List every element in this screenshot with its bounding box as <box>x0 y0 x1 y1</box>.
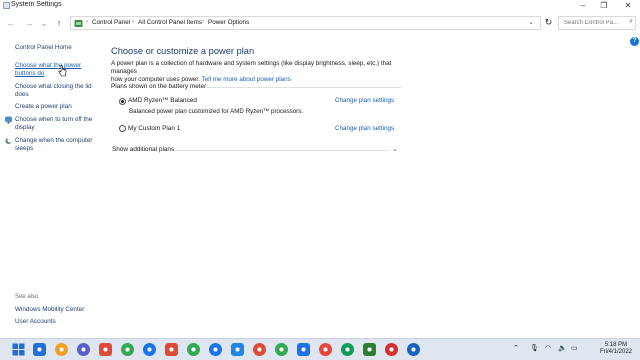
section-divider <box>175 150 388 151</box>
control-panel-app-icon <box>3 2 10 9</box>
user-accounts-link[interactable]: User Accounts <box>15 318 56 326</box>
windows-mobility-center-link[interactable]: Windows Mobility Center <box>15 306 84 314</box>
change-plan-settings-link[interactable]: Change plan settings <box>335 97 394 104</box>
sleep-moon-icon <box>5 137 12 144</box>
control-panel-home-link[interactable]: Control Panel Home <box>15 44 72 52</box>
taskbar-app-icon[interactable] <box>55 343 68 356</box>
breadcrumb-power-options[interactable]: Power Options <box>208 19 249 26</box>
expand-chevron-icon[interactable]: ⌄ <box>392 145 398 153</box>
taskbar-app-icon[interactable] <box>187 343 200 356</box>
taskbar-app-icon[interactable] <box>385 343 398 356</box>
control-panel-icon <box>74 20 83 27</box>
plan-radio-balanced[interactable] <box>119 98 126 105</box>
description-text: how your computer uses power. <box>111 76 200 83</box>
taskbar-app-icon[interactable] <box>33 343 46 356</box>
taskbar-app-icon[interactable] <box>319 343 332 356</box>
battery-icon[interactable]: ▭ <box>571 344 578 352</box>
hand-pointer-cursor-icon <box>58 65 67 77</box>
forward-arrow-icon[interactable]: → <box>23 17 35 29</box>
windows-start-icon[interactable] <box>12 343 25 356</box>
display-icon <box>5 116 12 124</box>
breadcrumb-separator: › <box>202 19 204 25</box>
breadcrumb-separator: › <box>132 19 134 25</box>
taskbar-app-icon[interactable] <box>121 343 134 356</box>
link-line: Choose what closing the lid <box>15 83 92 90</box>
breadcrumb-separator: › <box>86 19 88 25</box>
taskbar-app-icon[interactable] <box>253 343 266 356</box>
description-line: A power plan is a collection of hardware… <box>111 60 392 75</box>
close-button[interactable]: ✕ <box>622 1 634 11</box>
breadcrumb-control-panel[interactable]: Control Panel <box>92 19 130 26</box>
show-hidden-icons-chevron-icon[interactable]: ⌃ <box>513 344 519 352</box>
choose-lid-closing-link[interactable]: Choose what closing the lid does <box>15 83 92 99</box>
microphone-icon[interactable]: 🎙 <box>530 344 539 352</box>
tell-me-more-link[interactable]: Tell me more about power plans <box>202 76 291 83</box>
link-line: Choose when to turn off the <box>15 116 93 123</box>
plan-name[interactable]: AMD Ryzen™ Balanced <box>128 97 197 104</box>
section-heading: Plans shown on the battery meter <box>111 83 207 90</box>
page-title: Choose or customize a power plan <box>111 46 255 56</box>
address-bar[interactable]: › Control Panel › All Control Panel Item… <box>70 16 541 30</box>
up-arrow-icon[interactable]: ↑ <box>53 17 65 29</box>
taskbar-app-icon[interactable] <box>165 343 178 356</box>
link-line: Choose what the power <box>15 62 82 69</box>
maximize-button[interactable]: ❐ <box>598 1 610 11</box>
window-title: System Settings <box>11 1 62 8</box>
taskbar-app-icon[interactable] <box>231 343 244 356</box>
taskbar-clock[interactable]: 5:18 PM Fri/4/1/2022 <box>595 342 637 356</box>
taskbar-app-icon[interactable] <box>363 343 376 356</box>
create-power-plan-link[interactable]: Create a power plan <box>15 103 72 111</box>
volume-icon[interactable]: 🔈 <box>558 344 567 352</box>
clock-time: 5:18 PM <box>604 342 628 348</box>
address-dropdown-chevron-icon[interactable]: ⌄ <box>528 18 534 26</box>
link-line: Create a power plan <box>15 103 72 110</box>
taskbar-app-icon[interactable] <box>275 343 288 356</box>
link-line: sleeps <box>15 145 34 152</box>
search-icon[interactable]: ⌕ <box>629 18 633 26</box>
link-line: display <box>15 124 35 131</box>
taskbar-app-icon[interactable] <box>341 343 354 356</box>
page-description: A power plan is a collection of hardware… <box>111 60 411 84</box>
wifi-icon[interactable]: ◠ <box>545 344 551 352</box>
breadcrumb-all-items[interactable]: All Control Panel Items <box>138 19 202 26</box>
taskbar-app-icon[interactable] <box>99 343 112 356</box>
back-arrow-icon[interactable]: ← <box>5 17 17 29</box>
choose-power-buttons-link[interactable]: Choose what the power buttons do <box>15 62 81 78</box>
recent-locations-chevron-icon[interactable]: ⌄ <box>38 17 50 29</box>
title-bar: System Settings – ❐ ✕ <box>0 0 640 12</box>
taskbar-app-icon[interactable] <box>143 343 156 356</box>
search-input[interactable] <box>564 18 626 28</box>
refresh-icon[interactable]: ↻ <box>543 17 554 28</box>
computer-sleeps-link[interactable]: Change when the computer sleeps <box>15 137 92 153</box>
taskbar: ⌃ 🎙 ◠ 🔈 ▭ 5:18 PM Fri/4/1/2022 <box>0 338 640 360</box>
taskbar-app-icon[interactable] <box>209 343 222 356</box>
plan-radio-custom[interactable] <box>119 125 126 132</box>
link-line: does <box>15 91 29 98</box>
section-divider <box>205 87 401 88</box>
change-plan-settings-link[interactable]: Change plan settings <box>335 125 394 132</box>
help-icon[interactable]: ? <box>630 37 639 46</box>
search-box[interactable]: ⌕ <box>558 16 636 30</box>
taskbar-app-icon[interactable] <box>297 343 310 356</box>
plan-description: Balanced power plan customized for AMD R… <box>129 108 304 115</box>
link-line: buttons do <box>15 70 45 77</box>
taskbar-app-icon[interactable] <box>407 343 420 356</box>
show-additional-plans-toggle[interactable]: Show additional plans <box>112 146 174 153</box>
navigation-bar: ← → ⌄ ↑ › Control Panel › All Control Pa… <box>0 14 640 32</box>
taskbar-app-icon[interactable] <box>77 343 90 356</box>
link-line: Change when the computer <box>15 137 93 144</box>
see-also-heading: See also <box>15 294 39 300</box>
turn-off-display-link[interactable]: Choose when to turn off the display <box>15 116 92 132</box>
clock-date: Fri/4/1/2022 <box>599 349 633 355</box>
plan-name[interactable]: My Custom Plan 1 <box>128 125 180 132</box>
minimize-button[interactable]: – <box>577 1 589 11</box>
